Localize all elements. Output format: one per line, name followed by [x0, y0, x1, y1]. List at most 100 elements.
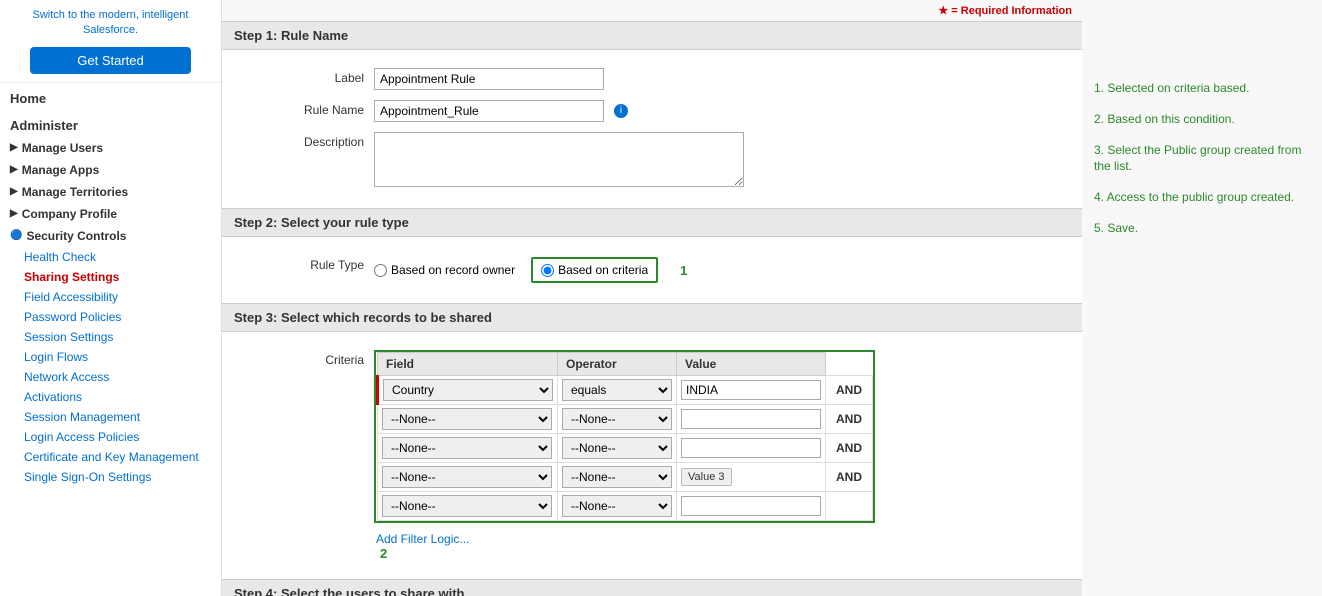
sidebar-subitem-activations[interactable]: Activations: [0, 387, 221, 407]
radio-record-owner-input[interactable]: [374, 264, 387, 277]
required-info: ★ = Required Information: [222, 0, 1082, 21]
step1-header: Step 1: Rule Name: [222, 21, 1082, 50]
rule-name-row: Rule Name i: [222, 98, 1082, 124]
sidebar-subitem-sharing-settings[interactable]: Sharing Settings: [0, 267, 221, 287]
field-select-5[interactable]: --None--: [382, 495, 552, 517]
radio-criteria[interactable]: Based on criteria: [541, 263, 648, 277]
value-input-2[interactable]: [681, 409, 821, 429]
criteria-label: Criteria: [234, 350, 374, 367]
sidebar-subitem-field-accessibility[interactable]: Field Accessibility: [0, 287, 221, 307]
add-filter-link[interactable]: Add Filter Logic...: [374, 532, 1070, 546]
and-cell-1: AND: [826, 376, 873, 405]
rule-type-options: Based on record owner Based on criteria …: [374, 255, 1070, 285]
sidebar-subitem-cert-key[interactable]: Certificate and Key Management: [0, 447, 221, 467]
rule-name-field: i: [374, 100, 1070, 122]
side-note-4-text: 4. Access to the public group created.: [1094, 190, 1294, 204]
step1-section: Label Rule Name i Description: [222, 50, 1082, 208]
value-input-5[interactable]: [681, 496, 821, 516]
sidebar-subitem-session-settings[interactable]: Session Settings: [0, 327, 221, 347]
sidebar-item-manage-users[interactable]: ▶ Manage Users: [0, 137, 221, 159]
side-note-1: 1. Selected on criteria based.: [1094, 80, 1310, 97]
side-notes: 1. Selected on criteria based. 2. Based …: [1082, 0, 1322, 596]
operator-select-3[interactable]: --None--: [562, 437, 672, 459]
criteria-table: Field Operator Value: [376, 352, 873, 521]
sidebar-item-company-profile[interactable]: ▶ Company Profile: [0, 203, 221, 225]
side-note-3-text: 3. Select the Public group created from …: [1094, 143, 1301, 174]
sidebar-subitem-network-access[interactable]: Network Access: [0, 367, 221, 387]
label-field: [374, 68, 1070, 90]
rule-type-choices: Based on record owner Based on criteria …: [374, 255, 1070, 285]
step3-section: Criteria Field Operator Value: [222, 332, 1082, 579]
label-row: Label: [222, 66, 1082, 92]
main-form: ★ = Required Information Step 1: Rule Na…: [222, 0, 1082, 596]
sidebar-subitem-login-access-policies[interactable]: Login Access Policies: [0, 427, 221, 447]
criteria-row-1: Country equals: [378, 376, 873, 405]
get-started-button[interactable]: Get Started: [30, 47, 191, 74]
side-note-5: 5. Save.: [1094, 220, 1310, 237]
sidebar-item-manage-territories[interactable]: ▶ Manage Territories: [0, 181, 221, 203]
criteria-row-4: --None-- --None-- V: [378, 463, 873, 492]
operator-select-4[interactable]: --None--: [562, 466, 672, 488]
criteria-field: Field Operator Value: [374, 350, 1070, 561]
description-input[interactable]: [374, 132, 744, 187]
and-cell-2: AND: [826, 405, 873, 434]
rule-name-input[interactable]: [374, 100, 604, 122]
criteria-table-wrap: Field Operator Value: [374, 350, 875, 523]
radio-record-owner[interactable]: Based on record owner: [374, 263, 515, 277]
criteria-row-2: --None-- --None--: [378, 405, 873, 434]
criteria-row-3: --None-- --None--: [378, 434, 873, 463]
sidebar-subitem-login-flows[interactable]: Login Flows: [0, 347, 221, 367]
value-input-1[interactable]: [681, 380, 821, 400]
radio-criteria-input[interactable]: [541, 264, 554, 277]
annotation-1: 1: [680, 263, 687, 278]
field-select-4[interactable]: --None--: [382, 466, 552, 488]
sidebar-subitem-health-check[interactable]: Health Check: [0, 247, 221, 267]
value3-badge: Value 3: [681, 468, 732, 486]
manage-territories-label: Manage Territories: [22, 185, 128, 199]
field-cell-2: --None--: [378, 405, 558, 434]
arrow-icon: ▶: [10, 208, 18, 219]
field-select-1[interactable]: Country: [383, 379, 553, 401]
sidebar-item-manage-apps[interactable]: ▶ Manage Apps: [0, 159, 221, 181]
operator-select-5[interactable]: --None--: [562, 495, 672, 517]
switch-text: Switch to the modern, intelligent Salesf…: [10, 8, 211, 39]
administer-heading: Administer: [0, 110, 221, 137]
and-label-3: AND: [830, 441, 868, 455]
sidebar-subitem-session-management[interactable]: Session Management: [0, 407, 221, 427]
arrow-icon: ▶: [10, 186, 18, 197]
description-row: Description: [222, 130, 1082, 192]
operator-select-2[interactable]: --None--: [562, 408, 672, 430]
value-cell-5: [677, 492, 826, 521]
criteria-row: Criteria Field Operator Value: [222, 348, 1082, 563]
field-select-3[interactable]: --None--: [382, 437, 552, 459]
content-area: ★ = Required Information Step 1: Rule Na…: [222, 0, 1322, 596]
operator-cell-3: --None--: [558, 434, 677, 463]
operator-cell-2: --None--: [558, 405, 677, 434]
sidebar-subitem-sso-settings[interactable]: Single Sign-On Settings: [0, 467, 221, 487]
value-input-3[interactable]: [681, 438, 821, 458]
home-link[interactable]: Home: [0, 83, 221, 110]
sidebar-subitem-password-policies[interactable]: Password Policies: [0, 307, 221, 327]
side-note-3: 3. Select the Public group created from …: [1094, 142, 1310, 176]
radio-criteria-label: Based on criteria: [558, 263, 648, 277]
step4-header: Step 4: Select the users to share with: [222, 579, 1082, 596]
side-note-2-text: 2. Based on this condition.: [1094, 112, 1235, 126]
sidebar-item-security-controls[interactable]: 🔵 Security Controls: [0, 225, 221, 247]
and-label-1: AND: [830, 383, 868, 397]
operator-select-1[interactable]: equals: [562, 379, 672, 401]
field-select-2[interactable]: --None--: [382, 408, 552, 430]
label-input[interactable]: [374, 68, 604, 90]
radio-record-owner-label: Based on record owner: [391, 263, 515, 277]
and-cell-3: AND: [826, 434, 873, 463]
value-cell-3: [677, 434, 826, 463]
side-note-5-text: 5. Save.: [1094, 221, 1138, 235]
annotation-2: 2: [380, 546, 387, 561]
info-icon[interactable]: i: [614, 104, 628, 118]
step3-header: Step 3: Select which records to be share…: [222, 303, 1082, 332]
step2-header: Step 2: Select your rule type: [222, 208, 1082, 237]
required-info-text: = Required Information: [951, 5, 1072, 17]
criteria-row-5: --None-- --None--: [378, 492, 873, 521]
operator-cell-4: --None--: [558, 463, 677, 492]
rule-type-row: Rule Type Based on record owner Based on…: [222, 253, 1082, 287]
field-cell-5: --None--: [378, 492, 558, 521]
